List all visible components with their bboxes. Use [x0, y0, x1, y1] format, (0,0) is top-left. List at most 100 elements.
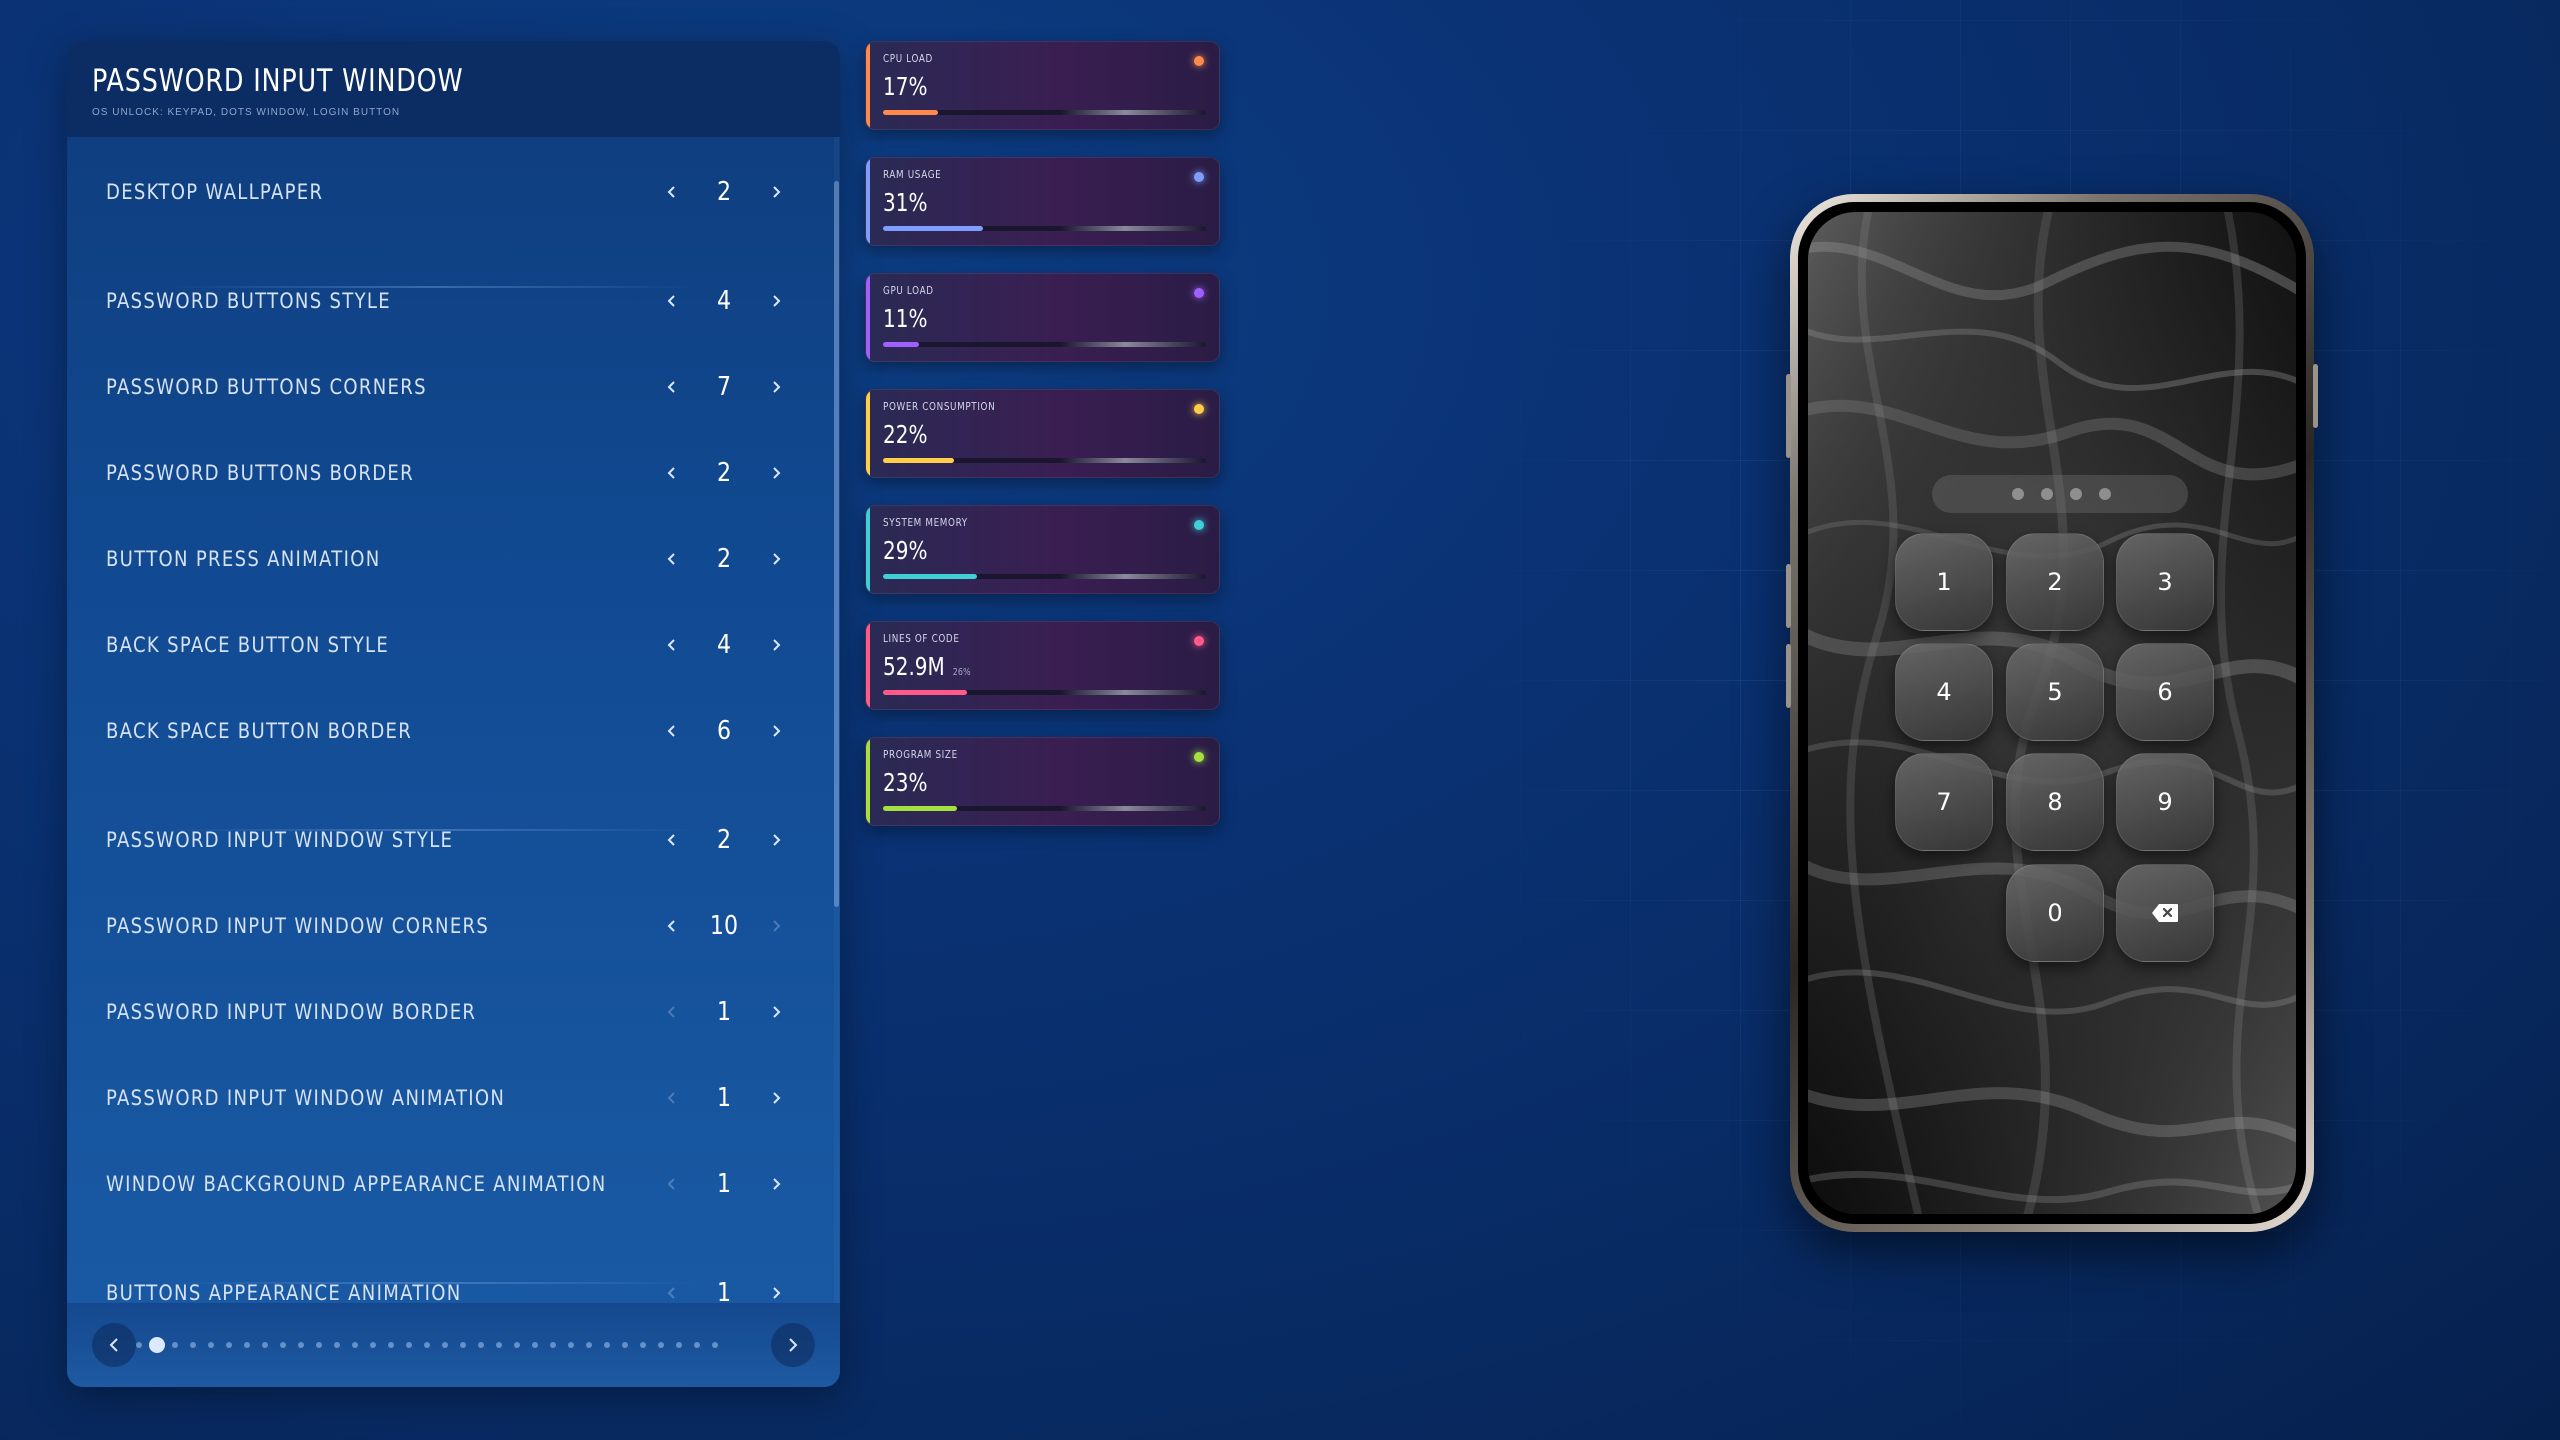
decrement-button[interactable]: [657, 716, 687, 746]
stat-progress-fill: [883, 574, 977, 579]
keypad-key-5[interactable]: 5: [2006, 643, 2104, 741]
page-dot[interactable]: [424, 1342, 430, 1348]
increment-button[interactable]: [761, 716, 791, 746]
keypad-key-9[interactable]: 9: [2116, 753, 2214, 851]
increment-button[interactable]: [761, 825, 791, 855]
page-dot[interactable]: [280, 1342, 286, 1348]
page-dot[interactable]: [586, 1342, 592, 1348]
page-dot[interactable]: [406, 1342, 412, 1348]
decrement-button[interactable]: [657, 372, 687, 402]
increment-button[interactable]: [761, 372, 791, 402]
status-dot: [1194, 404, 1204, 414]
page-dot[interactable]: [478, 1342, 484, 1348]
setting-value: 4: [716, 630, 732, 660]
page-dot[interactable]: [460, 1342, 466, 1348]
previous-page-button[interactable]: [92, 1323, 136, 1367]
page-dot[interactable]: [190, 1342, 196, 1348]
stat-progress-bar: [883, 226, 1206, 231]
increment-button[interactable]: [761, 911, 791, 941]
keypad-key-8[interactable]: 8: [2006, 753, 2104, 851]
keypad-key-3[interactable]: 3: [2116, 533, 2214, 631]
keypad-key-1[interactable]: 1: [1895, 533, 1993, 631]
page-dot[interactable]: [532, 1342, 538, 1348]
keypad-key-4[interactable]: 4: [1895, 643, 1993, 741]
chevron-right-icon: [773, 381, 781, 393]
decrement-button[interactable]: [657, 544, 687, 574]
page-dots: [136, 1335, 817, 1355]
increment-button[interactable]: [761, 1169, 791, 1199]
stat-progress-fill: [883, 458, 955, 463]
page-dot[interactable]: [334, 1342, 340, 1348]
chevron-right-icon: [773, 834, 781, 846]
page-dot[interactable]: [640, 1342, 646, 1348]
increment-button[interactable]: [761, 286, 791, 316]
page-dot[interactable]: [514, 1342, 520, 1348]
page-dot[interactable]: [208, 1342, 214, 1348]
setting-value: 6: [716, 716, 732, 746]
stat-card-accent: [866, 390, 870, 477]
page-dot[interactable]: [149, 1337, 165, 1353]
scrollbar[interactable]: [834, 137, 839, 1343]
page-dot[interactable]: [262, 1342, 268, 1348]
page-dot[interactable]: [712, 1342, 718, 1348]
decrement-button[interactable]: [657, 997, 687, 1027]
stat-card: GPU LOAD 11%: [865, 273, 1220, 362]
pager: [67, 1303, 840, 1387]
stat-progress-fill: [883, 226, 984, 231]
setting-label: PASSWORD BUTTONS STYLE: [106, 289, 391, 313]
chevron-right-icon: [773, 1006, 781, 1018]
setting-row: BACK SPACE BUTTON BORDER 6: [67, 688, 840, 774]
decrement-button[interactable]: [657, 286, 687, 316]
page-dot[interactable]: [316, 1342, 322, 1348]
scrollbar-thumb[interactable]: [834, 181, 839, 907]
decrement-button[interactable]: [657, 458, 687, 488]
increment-button[interactable]: [761, 177, 791, 207]
page-dot[interactable]: [568, 1342, 574, 1348]
page-dot[interactable]: [550, 1342, 556, 1348]
page-dot[interactable]: [352, 1342, 358, 1348]
decrement-button[interactable]: [657, 1169, 687, 1199]
page-dot[interactable]: [658, 1342, 664, 1348]
keypad-key-6[interactable]: 6: [2116, 643, 2214, 741]
page-dot[interactable]: [676, 1342, 682, 1348]
increment-button[interactable]: [761, 630, 791, 660]
decrement-button[interactable]: [657, 630, 687, 660]
increment-button[interactable]: [761, 458, 791, 488]
page-dot[interactable]: [226, 1342, 232, 1348]
page-dot[interactable]: [244, 1342, 250, 1348]
increment-button[interactable]: [761, 1083, 791, 1113]
setting-value: 2: [716, 544, 732, 574]
chevron-right-icon: [773, 1092, 781, 1104]
page-dot[interactable]: [298, 1342, 304, 1348]
page-dot[interactable]: [442, 1342, 448, 1348]
page-dot[interactable]: [136, 1342, 142, 1348]
page-dot[interactable]: [622, 1342, 628, 1348]
page-dot[interactable]: [370, 1342, 376, 1348]
decrement-button[interactable]: [657, 911, 687, 941]
stat-label: POWER CONSUMPTION: [883, 400, 996, 413]
page-dot[interactable]: [694, 1342, 700, 1348]
stat-label: GPU LOAD: [883, 284, 934, 297]
increment-button[interactable]: [761, 997, 791, 1027]
setting-row: PASSWORD INPUT WINDOW CORNERS 10: [67, 883, 840, 969]
stat-label: CPU LOAD: [883, 52, 933, 65]
chevron-right-icon: [773, 639, 781, 651]
chevron-right-icon: [773, 295, 781, 307]
keypad-key-0[interactable]: 0: [2006, 864, 2104, 962]
decrement-button[interactable]: [657, 177, 687, 207]
increment-button[interactable]: [761, 544, 791, 574]
backspace-button[interactable]: [2116, 864, 2214, 962]
keypad-key-2[interactable]: 2: [2006, 533, 2104, 631]
stat-value-text: 17%: [883, 72, 928, 101]
stat-card: POWER CONSUMPTION 22%: [865, 389, 1220, 478]
page-dot[interactable]: [496, 1342, 502, 1348]
next-page-button[interactable]: [771, 1323, 815, 1367]
keypad-key-7[interactable]: 7: [1895, 753, 1993, 851]
decrement-button[interactable]: [657, 1083, 687, 1113]
page-dot[interactable]: [172, 1342, 178, 1348]
setting-value: 1: [716, 1169, 732, 1199]
page-dot[interactable]: [604, 1342, 610, 1348]
stat-label: LINES OF CODE: [883, 632, 960, 645]
page-dot[interactable]: [388, 1342, 394, 1348]
status-dot: [1194, 520, 1204, 530]
